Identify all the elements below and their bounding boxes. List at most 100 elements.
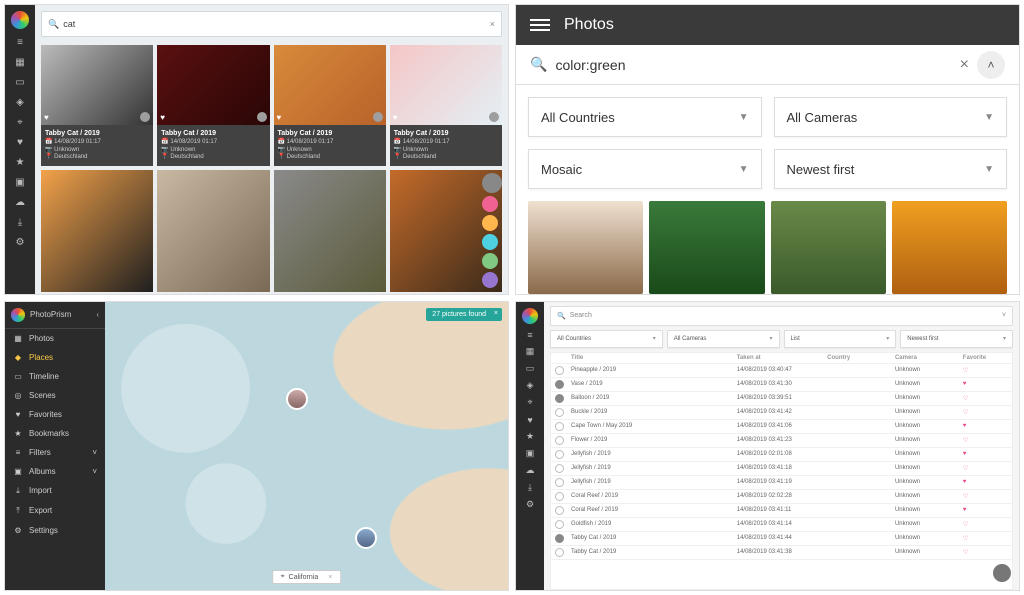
favorite-icon[interactable]: ♥ bbox=[963, 451, 1008, 457]
filter-sort[interactable]: Newest first▾ bbox=[900, 330, 1013, 348]
favorite-icon[interactable]: ♡ bbox=[963, 409, 1008, 416]
fab-action[interactable] bbox=[482, 272, 498, 288]
photo-thumb[interactable]: ♥ bbox=[274, 45, 386, 125]
collapse-sidebar-icon[interactable]: ‹ bbox=[96, 310, 99, 319]
favorite-icon[interactable]: ♡ bbox=[963, 437, 1008, 444]
select-checkbox[interactable] bbox=[555, 380, 564, 389]
sidebar-item-settings[interactable]: ⚙Settings bbox=[5, 521, 105, 540]
filter-sort[interactable]: Newest first▼ bbox=[774, 149, 1008, 189]
select-checkbox[interactable] bbox=[555, 422, 564, 431]
table-row[interactable]: Goldfish / 201914/08/2019 03:41:14Unknow… bbox=[551, 518, 1012, 532]
photo-card[interactable] bbox=[274, 170, 386, 291]
search-bar[interactable]: 🔍 color:green × ˄ bbox=[516, 45, 1019, 85]
table-row[interactable]: Balloon / 201914/08/2019 03:39:51Unknown… bbox=[551, 392, 1012, 406]
bookmark-icon[interactable]: ★ bbox=[524, 431, 536, 443]
photo-card[interactable]: ♥Tabby Cat / 2019📅 14/08/2019 01:17📷 Unk… bbox=[41, 45, 153, 166]
map-cluster-pin[interactable] bbox=[355, 527, 377, 549]
clear-icon[interactable]: × bbox=[328, 574, 332, 581]
select-checkbox[interactable] bbox=[555, 520, 564, 529]
sidebar-item-filters[interactable]: ≡Filters˅ bbox=[5, 443, 105, 462]
select-icon[interactable] bbox=[140, 112, 150, 122]
label-icon[interactable]: ◈ bbox=[13, 95, 27, 109]
photo-thumb[interactable] bbox=[274, 170, 386, 291]
photo-thumb[interactable]: ♥ bbox=[41, 45, 153, 125]
sidebar-item-albums[interactable]: ▣Albums˅ bbox=[5, 462, 105, 481]
select-checkbox[interactable] bbox=[555, 366, 564, 375]
expand-icon[interactable]: ˅ bbox=[1002, 312, 1006, 319]
map-view[interactable]: 27 pictures found × ⌖ California × bbox=[105, 302, 508, 591]
fab-action[interactable] bbox=[482, 196, 498, 212]
favorite-icon[interactable]: ♥ bbox=[963, 381, 1008, 387]
select-checkbox[interactable] bbox=[555, 492, 564, 501]
fab-main[interactable] bbox=[482, 173, 502, 193]
location-input[interactable]: ⌖ California × bbox=[272, 570, 342, 584]
select-icon[interactable] bbox=[257, 112, 267, 122]
cloud-icon[interactable]: ☁ bbox=[524, 465, 536, 477]
select-checkbox[interactable] bbox=[555, 394, 564, 403]
favorite-icon[interactable]: ♡ bbox=[963, 535, 1008, 542]
download-icon[interactable]: ⤓ bbox=[524, 482, 536, 494]
select-icon[interactable] bbox=[373, 112, 383, 122]
fab-action[interactable] bbox=[482, 253, 498, 269]
heart-icon[interactable]: ♥ bbox=[524, 414, 536, 426]
heart-icon[interactable]: ♥ bbox=[160, 113, 165, 122]
photo-thumb[interactable]: ♥ bbox=[390, 45, 502, 125]
column-header[interactable]: Title bbox=[571, 355, 737, 361]
table-row[interactable]: Jellyfish / 201914/08/2019 03:41:19Unkno… bbox=[551, 476, 1012, 490]
fab-action[interactable] bbox=[482, 215, 498, 231]
table-row[interactable]: Tabby Cat / 201914/08/2019 03:41:44Unkno… bbox=[551, 532, 1012, 546]
filter-country[interactable]: All Countries▼ bbox=[528, 97, 762, 137]
favorite-icon[interactable]: ♡ bbox=[963, 521, 1008, 528]
column-header[interactable]: Country bbox=[827, 355, 895, 361]
menu-icon[interactable]: ≡ bbox=[13, 35, 27, 49]
heart-icon[interactable]: ♥ bbox=[13, 135, 27, 149]
photo-thumb[interactable] bbox=[41, 170, 153, 291]
photo-thumb[interactable] bbox=[157, 170, 269, 291]
label-icon[interactable]: ◈ bbox=[524, 380, 536, 392]
download-icon[interactable]: ⤓ bbox=[13, 215, 27, 229]
table-row[interactable]: Coral Reef / 201914/08/2019 03:41:11Unkn… bbox=[551, 504, 1012, 518]
menu-icon[interactable]: ≡ bbox=[524, 329, 536, 341]
photo-card[interactable]: ♥Tabby Cat / 2019📅 14/08/2019 01:17📷 Unk… bbox=[390, 45, 502, 166]
photo-card[interactable] bbox=[157, 170, 269, 291]
folder-icon[interactable]: ▣ bbox=[524, 448, 536, 460]
table-row[interactable]: Tabby Cat / 201914/08/2019 03:41:38Unkno… bbox=[551, 546, 1012, 560]
table-row[interactable]: Flower / 201914/08/2019 03:41:23Unknown♡ bbox=[551, 434, 1012, 448]
sidebar-item-scenes[interactable]: ◎Scenes bbox=[5, 386, 105, 405]
favorite-icon[interactable]: ♡ bbox=[963, 465, 1008, 472]
favorite-icon[interactable]: ♡ bbox=[963, 395, 1008, 402]
photo-thumb[interactable]: ♥ bbox=[157, 45, 269, 125]
heart-icon[interactable]: ♥ bbox=[44, 113, 49, 122]
column-header[interactable]: Camera bbox=[895, 355, 963, 361]
table-row[interactable]: Jellyfish / 201914/08/2019 02:01:08Unkno… bbox=[551, 448, 1012, 462]
sidebar-item-places[interactable]: ◆Places bbox=[5, 348, 105, 367]
photo-card[interactable]: ♥Tabby Cat / 2019📅 14/08/2019 01:17📷 Unk… bbox=[274, 45, 386, 166]
select-checkbox[interactable] bbox=[555, 464, 564, 473]
filter-camera[interactable]: All Cameras▼ bbox=[774, 97, 1008, 137]
collapse-filters-icon[interactable]: ˄ bbox=[977, 51, 1005, 79]
app-logo-icon[interactable] bbox=[522, 308, 538, 324]
folder-icon[interactable]: ▣ bbox=[13, 175, 27, 189]
search-input[interactable]: 🔍 Search ˅ bbox=[550, 306, 1013, 326]
table-row[interactable]: Vase / 201914/08/2019 03:41:30Unknown♥ bbox=[551, 378, 1012, 392]
select-checkbox[interactable] bbox=[555, 450, 564, 459]
select-checkbox[interactable] bbox=[555, 534, 564, 543]
sidebar-item-import[interactable]: ⤓Import bbox=[5, 481, 105, 501]
app-logo-icon[interactable] bbox=[11, 308, 25, 322]
photo-thumb[interactable] bbox=[892, 201, 1007, 294]
filter-camera[interactable]: All Cameras▾ bbox=[667, 330, 780, 348]
heart-icon[interactable]: ♥ bbox=[277, 113, 282, 122]
select-checkbox[interactable] bbox=[555, 436, 564, 445]
select-checkbox[interactable] bbox=[555, 478, 564, 487]
place-icon[interactable]: ⌖ bbox=[524, 397, 536, 409]
select-checkbox[interactable] bbox=[555, 548, 564, 557]
photo-card[interactable]: ♥Tabby Cat / 2019📅 14/08/2019 01:17📷 Unk… bbox=[157, 45, 269, 166]
sidebar-item-export[interactable]: ⤒Export bbox=[5, 501, 105, 521]
select-checkbox[interactable] bbox=[555, 408, 564, 417]
favorite-icon[interactable]: ♡ bbox=[963, 367, 1008, 374]
calendar-icon[interactable]: ▭ bbox=[524, 363, 536, 375]
bookmark-icon[interactable]: ★ bbox=[13, 155, 27, 169]
fab-action[interactable] bbox=[482, 234, 498, 250]
select-icon[interactable] bbox=[489, 112, 499, 122]
close-icon[interactable]: × bbox=[494, 310, 498, 317]
